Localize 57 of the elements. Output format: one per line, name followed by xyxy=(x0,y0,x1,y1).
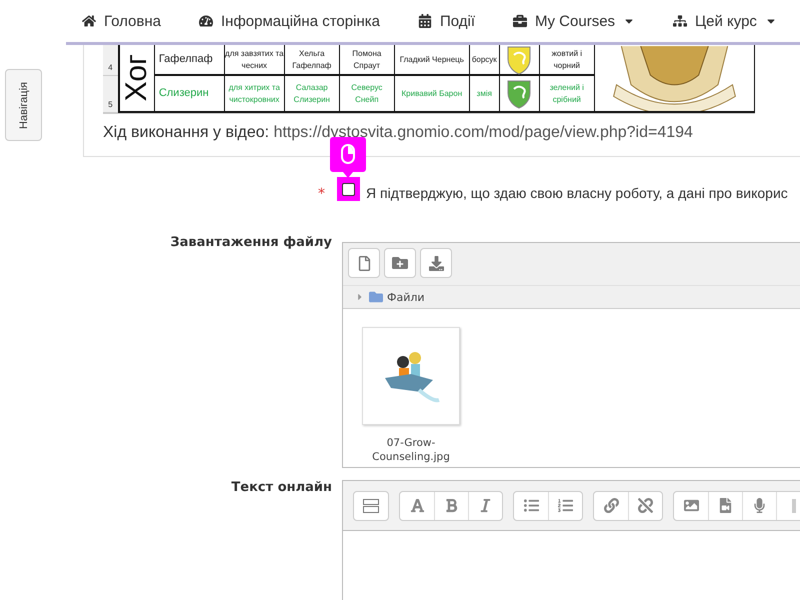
numbered-list-icon xyxy=(558,498,573,513)
text-editor[interactable] xyxy=(342,480,800,600)
nav-link[interactable]: Цей курс xyxy=(673,12,777,30)
sheet-cell: Салазар Слизерин xyxy=(284,76,339,111)
image-icon xyxy=(684,498,698,513)
nav-link[interactable]: Інформаційна сторінка xyxy=(199,12,380,30)
required-mark: * xyxy=(317,185,326,204)
download-icon xyxy=(428,256,444,270)
confirmation-text: Я підтверджую, що здаю свою власну роботу, а дані про викорис xyxy=(366,184,788,201)
sheet-cell: для завзятих та чесних xyxy=(224,45,284,74)
sheet-cell: для хитрих та чистокровних xyxy=(224,76,284,111)
calendar-icon xyxy=(418,14,432,28)
sheet-cell: Северус Снейп xyxy=(338,76,394,111)
folder-path[interactable]: Файли xyxy=(387,290,425,304)
row-number: 4 xyxy=(103,45,118,76)
vertical-heading: Хог xyxy=(120,54,154,102)
row-number: 5 xyxy=(103,76,118,113)
field-label: Текст онлайн xyxy=(230,480,333,497)
sitemap-icon xyxy=(673,14,688,28)
sheet-cell: жовтий і чорний xyxy=(538,45,594,74)
file-icon xyxy=(356,256,372,270)
sheet-cell: Слизерин xyxy=(154,76,224,111)
video-label: Хід виконання у відео: xyxy=(103,124,270,141)
shield-icon xyxy=(506,78,532,108)
sheet-cell: Гладкий Чернець xyxy=(394,45,469,74)
video-file-icon xyxy=(718,498,733,513)
shield-icon xyxy=(506,44,532,74)
sheet-cell: Помона Спраут xyxy=(338,45,394,74)
download-button[interactable] xyxy=(420,248,452,278)
bullet-list-icon xyxy=(524,498,538,513)
sheet-cell: Гафелпаф xyxy=(154,45,224,74)
unlink-icon xyxy=(638,498,653,513)
video-link[interactable]: https://dystosvita.gnomio.com/mod/page/view.php?id=4194 xyxy=(274,124,693,141)
checkbox[interactable] xyxy=(342,182,355,196)
sheet-cell: борсук xyxy=(468,45,499,74)
folder-plus-icon xyxy=(392,255,408,271)
dashboard-icon xyxy=(199,14,213,28)
bold-icon xyxy=(444,498,459,513)
sheet-cell: Кривавий Барон xyxy=(394,76,469,111)
sheet-cell: Хельга Гафелпаф xyxy=(284,45,339,74)
nav-link[interactable]: Головна xyxy=(82,12,161,30)
create-folder-button[interactable] xyxy=(384,248,416,278)
nav-link[interactable]: My Courses xyxy=(513,12,636,30)
italic-icon xyxy=(478,498,493,513)
microphone-icon xyxy=(752,498,767,513)
home-icon xyxy=(82,14,96,28)
sheet-cell: змія xyxy=(468,76,499,111)
drawer-toggle-button[interactable]: Навігація xyxy=(5,69,42,141)
sheet-cell: зелений і срібний xyxy=(538,76,594,111)
add-file-button[interactable] xyxy=(348,248,380,278)
file-name: 07-Grow-Counseling.jpg xyxy=(371,437,451,464)
field-label: Завантаження файлу xyxy=(169,235,333,252)
font-size-icon xyxy=(410,498,424,513)
nav-link[interactable]: Події xyxy=(418,12,476,30)
link-icon xyxy=(604,498,618,513)
folder-icon xyxy=(369,290,383,304)
briefcase-icon xyxy=(513,14,528,28)
